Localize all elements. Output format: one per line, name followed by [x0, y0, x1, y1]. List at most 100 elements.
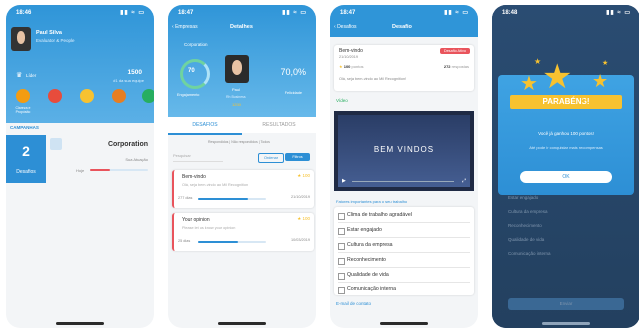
category-icon-3[interactable] — [80, 89, 94, 103]
person-subtitle: Rh Business — [226, 95, 246, 99]
user-subtitle: Evaluator & People — [36, 38, 75, 43]
option-label[interactable]: Clima de trabalho agradável — [347, 212, 412, 218]
status-time: 18:47 — [178, 10, 194, 16]
home-indicator — [542, 322, 590, 325]
video-player[interactable]: BEM VINDOS ▶ ⤢ — [334, 111, 474, 191]
search-input[interactable]: Pesquisar — [173, 153, 223, 162]
option-checkbox[interactable] — [338, 213, 345, 220]
category-icon-4[interactable] — [112, 89, 126, 103]
contact-link[interactable]: E-mail de contato — [336, 301, 371, 306]
status-bar: 18:47 ▮▮ ≈ ▭ — [330, 5, 478, 19]
card-title: Your opinion — [182, 217, 210, 223]
company-progress-fill — [90, 169, 110, 171]
percent-value: 70,0% — [280, 67, 306, 77]
signal-wifi-battery-icon: ▮▮ ≈ ▭ — [606, 10, 631, 16]
challenge-badge[interactable]: 2 Desafios — [6, 135, 46, 183]
option-checkbox[interactable] — [338, 258, 345, 265]
page-title: Detalhes — [230, 24, 253, 30]
bg-option: Cultura da empresa — [508, 209, 548, 214]
screen-challenge: 18:47 ▮▮ ≈ ▭ ‹ Desafios Desafio Bem-vind… — [330, 5, 478, 328]
category-icon-2[interactable] — [48, 89, 62, 103]
card-points: ★ 100 — [297, 216, 310, 221]
category-icon-1[interactable] — [16, 89, 30, 103]
card-date: 21/10/2019 — [339, 55, 359, 59]
filter-button[interactable]: Filtros — [285, 153, 310, 161]
status-bar: 18:48 ▮▮ ≈ ▭ — [492, 5, 639, 19]
play-icon[interactable]: ▶ — [342, 178, 346, 184]
avatar[interactable] — [11, 27, 31, 51]
option-checkbox[interactable] — [338, 287, 345, 294]
option-label[interactable]: Estar engajado — [347, 227, 382, 233]
tab-results[interactable]: RESULTADOS — [242, 117, 316, 133]
bg-option: Reconhecimento — [508, 223, 542, 228]
challenge-card[interactable]: Bem-vindo ★ 100 Olá, seja bem-vindo ao M… — [172, 170, 314, 208]
screen-congrats-modal: 18:48 ▮▮ ≈ ▭ Estar engajado Cultura da e… — [492, 5, 639, 328]
signal-wifi-battery-icon: ▮▮ ≈ ▭ — [282, 10, 307, 16]
signal-wifi-battery-icon: ▮▮ ≈ ▭ — [120, 10, 145, 16]
challenge-card[interactable]: Your opinion ★ 100 Please let us know yo… — [172, 213, 314, 251]
card-date: 21/10/2019 — [290, 195, 310, 199]
option-label[interactable]: Qualidade de vida — [347, 272, 389, 278]
screen-profile: 18:46 ▮▮ ≈ ▭ Paul Silva Evaluator & Peop… — [6, 5, 154, 328]
score-label: Engajamento — [177, 93, 200, 97]
level-label: Líder — [26, 73, 37, 78]
screen-company-details: 18:47 ▮▮ ≈ ▭ ‹ Empresas Detalhes Corpora… — [168, 5, 316, 328]
divider — [338, 252, 470, 253]
bg-submit-button: Enviar — [508, 298, 624, 310]
company-name[interactable]: Corporation — [108, 141, 148, 148]
option-label[interactable]: Cultura da empresa — [347, 242, 393, 248]
video-progress-track[interactable] — [352, 181, 454, 182]
divider — [338, 267, 470, 268]
ok-button[interactable]: OK — [520, 171, 612, 183]
person-name: Paul — [232, 87, 241, 92]
company-name: Corporation — [184, 42, 208, 47]
card-description: Please let us know your opinion — [182, 226, 236, 230]
percent-label: Felicidade — [284, 91, 302, 95]
ranking-label: #1 da sua equipe — [113, 78, 144, 83]
star-icon: ★ — [602, 60, 609, 67]
status-badge: Desafio Ativo — [439, 48, 470, 54]
card-title: Bem-vindo — [182, 174, 206, 180]
chevron-left-icon: ‹ — [334, 24, 336, 30]
card-description: Olá, seja bem-vindo ao Mil Recognition! — [339, 77, 407, 81]
signal-wifi-battery-icon: ▮▮ ≈ ▭ — [444, 10, 469, 16]
challenge-summary: Bem-vindo 21/10/2019 Desafio Ativo ★ 100… — [334, 45, 474, 91]
person-avatar — [225, 55, 249, 83]
section-label: CAMPANHAS — [10, 125, 39, 130]
star-icon: ★ — [592, 71, 609, 91]
company-progress-label: Hoje — [76, 168, 85, 173]
message-line-1: Você já ganhou 100 pontos! — [538, 131, 594, 136]
page-title: Desafio — [392, 24, 412, 30]
bg-option: Qualidade de vida — [508, 237, 545, 242]
option-label[interactable]: Comunicação interna — [347, 286, 396, 292]
banner: PARABÉNS! — [510, 95, 622, 109]
company-subtitle: Sua Atuação — [125, 157, 148, 162]
card-description: Olá, seja bem-vindo ao Mil Recognition — [182, 183, 249, 187]
star-icon: ★ — [542, 58, 573, 96]
user-name: Paul Silva — [36, 30, 62, 36]
filter-label[interactable]: Respondidos | Não respondidos | Todos — [208, 140, 270, 144]
option-checkbox[interactable] — [338, 273, 345, 280]
option-checkbox[interactable] — [338, 228, 345, 235]
back-button[interactable]: ‹ Empresas — [172, 24, 198, 30]
tab-challenges[interactable]: DESAFIOS — [168, 117, 242, 135]
option-checkbox[interactable] — [338, 243, 345, 250]
option-label[interactable]: Reconhecimento — [347, 257, 386, 263]
badge-number: 2 — [22, 143, 30, 159]
question-label: Fatores importantes para o seu trabalho — [336, 199, 408, 204]
card-points: ★ 100 — [297, 173, 310, 178]
star-icon: ★ — [534, 57, 542, 66]
star-icon: ★ — [580, 98, 587, 105]
divider — [338, 237, 470, 238]
home-indicator — [380, 322, 428, 325]
points-info: ★ 100 pontos — [339, 64, 364, 69]
fullscreen-icon[interactable]: ⤢ — [462, 178, 466, 184]
card-count: 25 dias — [178, 239, 191, 243]
sort-button[interactable]: Ordenar — [258, 153, 284, 163]
back-button[interactable]: ‹ Desafios — [334, 24, 357, 30]
card-progress-fill — [198, 198, 248, 200]
category-icon-5[interactable] — [142, 89, 154, 103]
category-label-1: Clareza e Propósito — [15, 106, 31, 114]
card-progress-fill — [198, 241, 238, 243]
badge-label: Desafios — [16, 169, 36, 175]
